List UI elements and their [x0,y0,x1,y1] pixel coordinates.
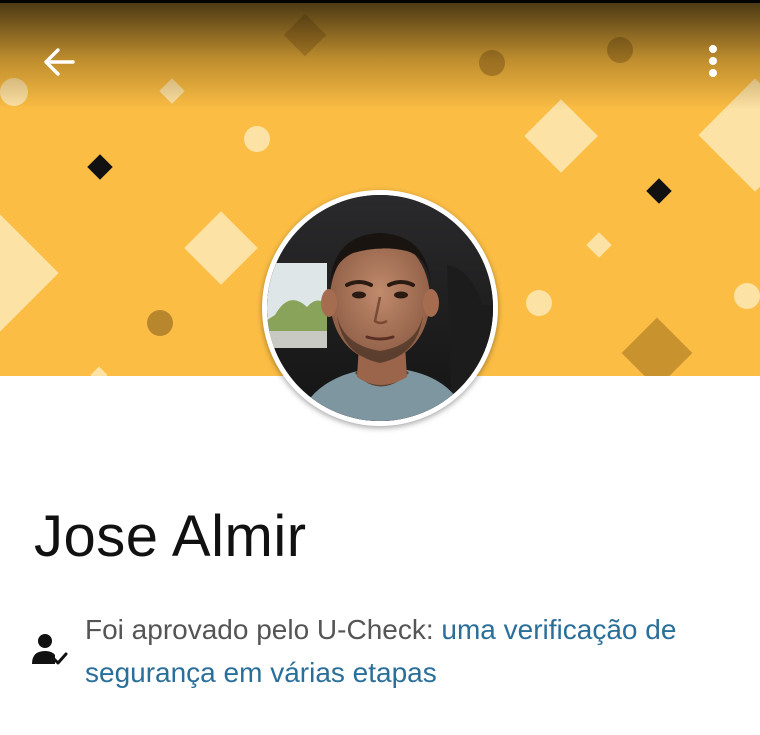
more-options-button[interactable] [689,37,737,85]
decor-diamond [621,317,693,376]
avatar[interactable] [267,195,493,421]
decor-diamond [90,366,108,376]
verification-label: Foi aprovado pelo U-Check: [85,614,442,645]
decor-diamond [586,232,612,258]
header-top-shade [0,0,760,110]
decor-diamond [646,178,672,204]
profile-name: Jose Almir [34,504,307,569]
decor-circle [526,290,552,316]
avatar-frame [262,190,498,426]
verification-row: Foi aprovado pelo U-Check: uma verificaç… [30,608,730,698]
decor-diamond [87,154,113,180]
back-button[interactable] [35,38,83,86]
status-bar-edge [0,0,760,3]
profile-photo [267,195,493,421]
person-check-icon [32,634,68,665]
decor-circle [147,310,173,336]
decor-diamond [0,209,59,337]
more-vertical-icon [709,45,717,77]
decor-diamond [184,211,258,285]
verification-text: Foi aprovado pelo U-Check: uma verificaç… [85,608,725,694]
decor-diamond [524,99,598,173]
arrow-left-icon [44,48,75,76]
decor-circle [244,126,270,152]
decor-circle [734,283,760,309]
